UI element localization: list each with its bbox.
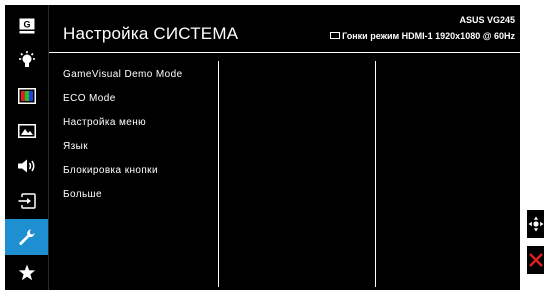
column-divider-2 bbox=[375, 61, 376, 287]
model-name: ASUS VG245 bbox=[459, 15, 515, 25]
status-text: Гонки режим HDMI-1 1920x1080 @ 60Hz bbox=[342, 31, 515, 41]
status-line: Гонки режим HDMI-1 1920x1080 @ 60Hz bbox=[330, 31, 515, 41]
menu-item-more[interactable]: Больше bbox=[63, 189, 183, 213]
close-icon bbox=[528, 253, 543, 267]
navigate-button[interactable] bbox=[527, 210, 544, 238]
sidebar-item-image-brightness[interactable] bbox=[5, 43, 48, 79]
favorite-star-icon bbox=[18, 264, 35, 280]
gaming-icon: G bbox=[19, 18, 34, 34]
sidebar-item-sound[interactable] bbox=[5, 148, 48, 184]
sidebar-item-favorite[interactable] bbox=[5, 254, 48, 290]
menu-item-language[interactable]: Язык bbox=[63, 141, 183, 165]
menu-list: GameVisual Demo Mode ECO Mode Настройка … bbox=[63, 69, 183, 213]
monitor-icon bbox=[330, 31, 341, 39]
gaming-icon-label: G bbox=[23, 20, 30, 30]
sound-icon bbox=[17, 159, 34, 173]
menu-item-eco-mode[interactable]: ECO Mode bbox=[63, 93, 183, 117]
image-icon bbox=[17, 124, 36, 138]
close-button[interactable] bbox=[527, 246, 544, 274]
main-panel: Настройка СИСТЕМА ASUS VG245 Гонки режим… bbox=[48, 5, 521, 290]
sidebar-item-color[interactable] bbox=[5, 78, 48, 114]
sidebar: G bbox=[5, 5, 48, 290]
osd-menu: G Настройка СИСТЕМА ASUS VG245 Гонки реж… bbox=[5, 5, 521, 290]
five-way-navigation-icon bbox=[528, 216, 543, 232]
menu-item-osd-setup[interactable]: Настройка меню bbox=[63, 117, 183, 141]
column-divider-1 bbox=[218, 61, 219, 287]
header-divider bbox=[49, 52, 521, 53]
sidebar-item-image[interactable] bbox=[5, 113, 48, 149]
input-select-icon bbox=[18, 193, 36, 209]
menu-item-key-lock[interactable]: Блокировка кнопки bbox=[63, 165, 183, 189]
sidebar-item-input-select[interactable] bbox=[5, 183, 48, 219]
system-setup-wrench-icon bbox=[18, 229, 35, 245]
sidebar-item-system-setup[interactable] bbox=[5, 219, 48, 255]
menu-item-gamevisual-demo-mode[interactable]: GameVisual Demo Mode bbox=[63, 69, 183, 93]
page-title: Настройка СИСТЕМА bbox=[63, 24, 239, 43]
image-brightness-icon bbox=[18, 51, 35, 67]
sidebar-item-gaming[interactable]: G bbox=[5, 8, 48, 44]
color-icon bbox=[17, 88, 36, 104]
